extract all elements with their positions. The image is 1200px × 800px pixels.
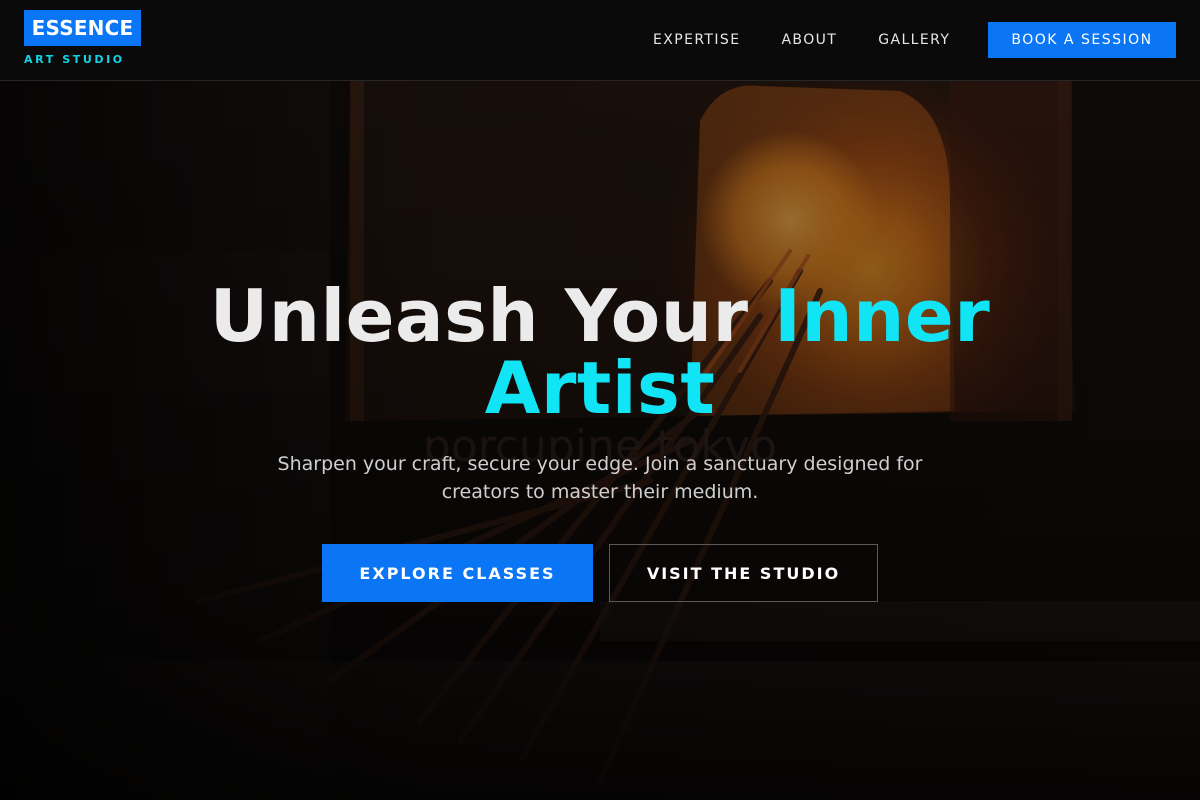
hero-section: porcupine tokyo Unleash Your Inner Artis… xyxy=(0,81,1200,800)
logo-tagline: ART STUDIO xyxy=(24,53,125,66)
nav-links: EXPERTISE ABOUT GALLERY xyxy=(653,31,991,49)
hero-headline: Unleash Your Inner Artist xyxy=(0,280,1200,424)
nav-link-gallery[interactable]: GALLERY xyxy=(878,31,950,49)
logo[interactable]: ESSENCE ART STUDIO xyxy=(24,10,141,66)
headline-accent-inner: Inner xyxy=(774,274,991,358)
nav-link-expertise[interactable]: EXPERTISE xyxy=(653,31,740,49)
hero-subtitle: Sharpen your craft, secure your edge. Jo… xyxy=(277,453,923,503)
hero-overlay xyxy=(0,81,1200,800)
nav-link-about[interactable]: ABOUT xyxy=(781,31,837,49)
book-session-button[interactable]: BOOK A SESSION xyxy=(988,22,1176,58)
navbar: ESSENCE ART STUDIO EXPERTISE ABOUT GALLE… xyxy=(0,0,1200,81)
visit-studio-button[interactable]: VISIT THE STUDIO xyxy=(609,544,878,602)
headline-accent-artist: Artist xyxy=(484,346,716,430)
logo-wordmark: ESSENCE xyxy=(24,10,141,46)
explore-classes-button[interactable]: EXPLORE CLASSES xyxy=(322,544,593,602)
